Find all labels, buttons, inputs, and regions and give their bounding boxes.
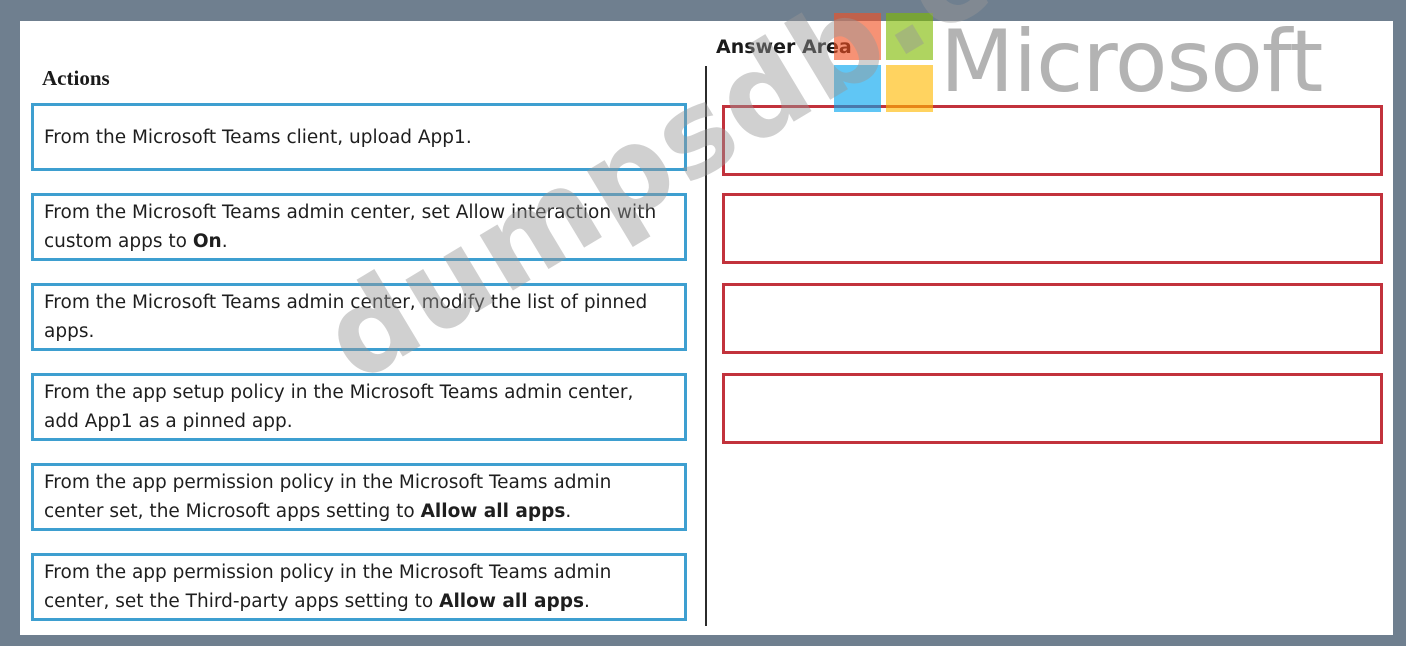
logo-square-red <box>834 13 881 60</box>
action-end-text: . <box>583 591 590 612</box>
action-text: From the Microsoft Teams client, upload … <box>44 126 472 148</box>
action-end-text: . <box>565 501 572 522</box>
action-item-microsoft-apps-setting[interactable]: From the app permission policy in the Mi… <box>31 463 687 531</box>
action-text: From the app setup policy in the Microso… <box>44 382 634 432</box>
action-item-allow-custom-apps[interactable]: From the Microsoft Teams admin center, s… <box>31 193 687 261</box>
action-item-upload-app1[interactable]: From the Microsoft Teams client, upload … <box>31 103 687 171</box>
action-text: From the Microsoft Teams admin center, s… <box>44 202 657 252</box>
logo-square-yellow <box>886 65 933 112</box>
answer-slot-1[interactable] <box>722 105 1383 176</box>
column-divider <box>705 66 707 626</box>
action-end-text: . <box>221 231 228 252</box>
answer-slot-4[interactable] <box>722 373 1383 444</box>
answer-slot-3[interactable] <box>722 283 1383 354</box>
logo-square-blue <box>834 65 881 112</box>
action-bold-text: Allow all apps <box>439 591 584 612</box>
logo-square-green <box>886 13 933 60</box>
microsoft-wordmark: Microsoft <box>940 12 1323 112</box>
action-item-third-party-apps-setting[interactable]: From the app permission policy in the Mi… <box>31 553 687 621</box>
answer-area-heading: Answer Area <box>716 36 852 58</box>
microsoft-logo-icon <box>834 13 934 113</box>
action-item-modify-pinned-apps[interactable]: From the Microsoft Teams admin center, m… <box>31 283 687 351</box>
answer-slot-2[interactable] <box>722 193 1383 264</box>
action-text: From the Microsoft Teams admin center, m… <box>44 292 648 342</box>
actions-heading: Actions <box>42 66 110 90</box>
action-bold-text: Allow all apps <box>420 501 566 522</box>
action-item-add-pinned-app[interactable]: From the app setup policy in the Microso… <box>31 373 687 441</box>
action-bold-text: On <box>192 231 222 252</box>
